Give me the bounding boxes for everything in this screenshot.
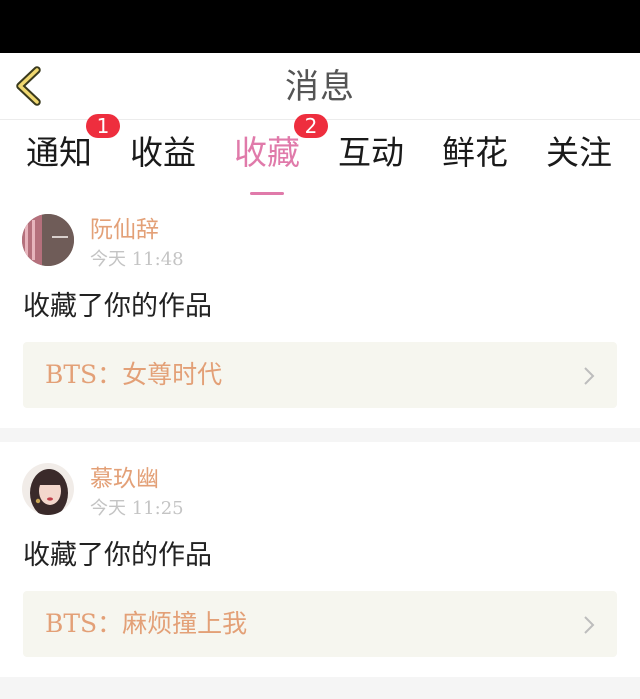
tab-bar: 通知 1 收益 收藏 2 互动 鲜花 关注 <box>0 114 640 195</box>
tab-earnings[interactable]: 收益 <box>111 132 215 174</box>
tab-label: 关注 <box>546 133 612 172</box>
tab-favorites[interactable]: 收藏 <box>215 132 319 195</box>
tab-label: 通知 <box>26 133 92 172</box>
username[interactable]: 慕玖幽 <box>90 464 159 494</box>
tab-label: 互动 <box>338 133 404 172</box>
timestamp: 今天 11:48 <box>90 249 184 270</box>
avatar[interactable] <box>22 214 74 266</box>
tab-flowers[interactable]: 鲜花 <box>423 132 527 174</box>
work-link[interactable]: BTS：女尊时代 <box>23 342 617 408</box>
action-text: 收藏了你的作品 <box>23 540 212 571</box>
tab-interaction[interactable]: 互动 <box>319 132 423 174</box>
message-item: 阮仙辞 今天 11:48 收藏了你的作品 BTS：女尊时代 <box>0 200 640 428</box>
chevron-right-icon <box>584 367 595 385</box>
active-tab-indicator <box>250 192 284 195</box>
user-avatar-image <box>22 463 74 515</box>
divider <box>0 428 640 442</box>
user-avatar-image <box>22 214 74 266</box>
tab-label: 收藏 <box>234 133 300 172</box>
header: 消息 <box>0 53 640 120</box>
status-bar <box>0 0 640 53</box>
page-title: 消息 <box>285 67 355 107</box>
tab-notification[interactable]: 通知 <box>7 132 111 174</box>
username[interactable]: 阮仙辞 <box>90 215 159 245</box>
action-text: 收藏了你的作品 <box>23 291 212 322</box>
tab-label: 收益 <box>130 133 196 172</box>
avatar[interactable] <box>22 463 74 515</box>
divider <box>0 677 640 699</box>
chevron-right-icon <box>584 616 595 634</box>
message-item: 慕玖幽 今天 11:25 收藏了你的作品 BTS：麻烦撞上我 <box>0 449 640 677</box>
tab-follow[interactable]: 关注 <box>527 132 631 174</box>
tab-label: 鲜花 <box>442 133 508 172</box>
work-link[interactable]: BTS：麻烦撞上我 <box>23 591 617 657</box>
work-title: BTS：女尊时代 <box>45 360 223 389</box>
work-title: BTS：麻烦撞上我 <box>45 609 248 638</box>
timestamp: 今天 11:25 <box>90 498 184 519</box>
